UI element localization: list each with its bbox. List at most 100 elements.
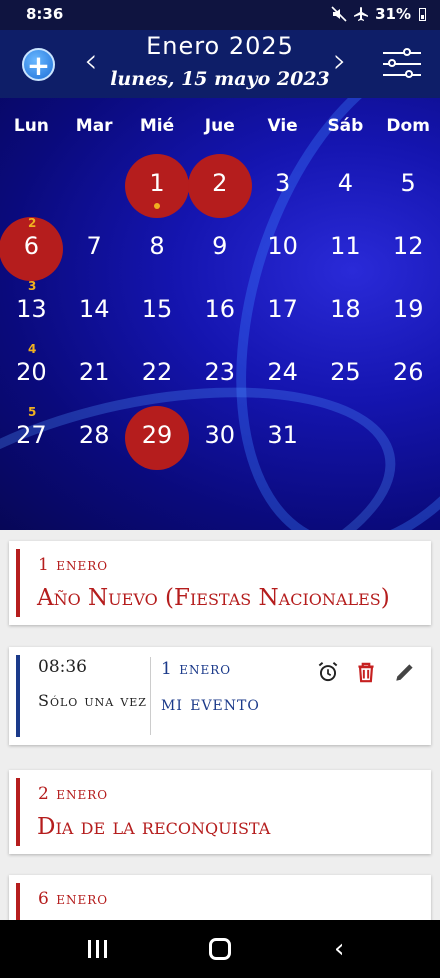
day-number: 30 <box>204 421 236 449</box>
day-number: 9 <box>212 232 228 260</box>
previous-month-button[interactable]: ‹ <box>84 44 98 78</box>
day-number: 1 <box>149 169 165 197</box>
status-icons: 31% <box>331 5 426 23</box>
edit-icon[interactable] <box>392 659 418 685</box>
day-cell[interactable]: 29 <box>124 406 189 470</box>
event-card[interactable]: 6 enero <box>9 875 431 920</box>
weekday-label: Sáb <box>327 116 364 136</box>
day-cell[interactable]: 5 <box>377 155 440 217</box>
day-number: 29 <box>141 421 173 449</box>
day-number: 27 <box>16 421 47 449</box>
battery-percent: 31% <box>375 5 411 23</box>
event-color-bar <box>16 778 20 846</box>
day-number: 7 <box>86 232 102 260</box>
day-cell[interactable]: 2 <box>187 154 252 218</box>
back-button[interactable]: ‹ <box>334 936 344 962</box>
divider <box>150 657 151 735</box>
mute-icon <box>331 6 347 22</box>
day-cell[interactable]: 21 <box>63 344 126 406</box>
delete-icon[interactable] <box>353 659 379 685</box>
day-number: 15 <box>141 295 173 323</box>
day-cell[interactable]: 18 <box>314 281 377 343</box>
day-cell[interactable]: 11 <box>314 218 377 280</box>
day-number: 2 <box>212 169 228 197</box>
event-date: 2 enero <box>38 784 109 804</box>
day-number: 26 <box>392 358 424 386</box>
selected-date: lunes, 15 mayo 2023 <box>110 68 330 90</box>
day-cell[interactable]: 24 <box>251 344 314 406</box>
day-number: 20 <box>16 358 47 386</box>
day-cell[interactable]: 10 <box>251 218 314 280</box>
event-repeat: Sólo una vez <box>38 691 147 710</box>
week-number: 3 <box>28 279 37 293</box>
filter-settings-button[interactable] <box>383 46 421 82</box>
day-cell[interactable]: 30 <box>188 407 251 469</box>
day-number: 31 <box>267 421 298 449</box>
plus-icon: + <box>26 49 51 82</box>
event-title: Año Nuevo (Fiestas Nacionales) <box>37 585 390 611</box>
month-grid: Lun Mar Mié Jue Vie Sáb Dom 1 2 3 4 5 6 2 7 8 9 10 11 12 13… <box>0 98 440 530</box>
event-card[interactable]: 2 enero Dia de la reconquista <box>9 770 431 854</box>
day-number: 3 <box>274 169 291 197</box>
event-card[interactable]: 08:36 Sólo una vez 1 enero mi evento <box>9 647 431 745</box>
day-cell[interactable]: 12 <box>377 218 440 280</box>
weekday-header: Lun Mar Mié Jue Vie Sáb Dom <box>0 116 440 136</box>
day-cell[interactable]: 9 <box>188 218 251 280</box>
day-cell[interactable]: 8 <box>126 218 189 280</box>
day-cell[interactable]: 19 <box>377 281 440 343</box>
weekday-label: Vie <box>267 116 298 136</box>
day-cell[interactable]: 23 <box>188 344 251 406</box>
day-cell[interactable]: 3 <box>251 155 314 217</box>
event-title: Dia de la reconquista <box>37 814 271 840</box>
recents-button[interactable] <box>88 940 108 958</box>
alarm-icon[interactable] <box>315 659 341 685</box>
day-cell[interactable]: 28 <box>63 407 126 469</box>
event-color-bar <box>16 549 20 617</box>
week-number: 4 <box>28 342 37 356</box>
weekday-label: Lun <box>13 116 49 136</box>
event-title: mi evento <box>161 691 260 715</box>
battery-icon <box>419 7 426 21</box>
event-time: 08:36 <box>38 657 87 677</box>
day-cell[interactable]: 4 <box>314 155 377 217</box>
day-number: 11 <box>330 232 361 260</box>
day-number: 6 <box>23 232 40 260</box>
event-card[interactable]: 1 enero Año Nuevo (Fiestas Nacionales) <box>9 541 431 625</box>
day-number: 19 <box>392 295 424 323</box>
day-number: 5 <box>400 169 416 197</box>
day-cell[interactable]: 31 <box>251 407 314 469</box>
day-cell[interactable]: 17 <box>251 281 314 343</box>
day-number: 8 <box>149 232 165 260</box>
day-cell[interactable]: 7 <box>63 218 126 280</box>
weekday-label: Dom <box>386 116 430 136</box>
day-cell[interactable]: 16 <box>188 281 251 343</box>
day-number: 22 <box>141 358 173 386</box>
day-cell[interactable]: 13 3 <box>0 279 63 343</box>
home-button[interactable] <box>209 938 231 960</box>
day-cell[interactable]: 27 5 <box>0 405 63 469</box>
weekday-label: Mar <box>75 116 113 136</box>
day-cell[interactable]: 20 4 <box>0 342 63 406</box>
day-cell[interactable]: 26 <box>377 344 440 406</box>
month-title[interactable]: Enero 2025 <box>110 32 330 60</box>
day-cell[interactable]: 14 <box>63 281 126 343</box>
day-cell[interactable]: 62 <box>0 216 64 281</box>
event-color-bar <box>16 655 20 737</box>
day-number: 18 <box>330 295 361 323</box>
day-number: 14 <box>78 295 110 323</box>
add-event-button[interactable]: + <box>22 48 55 81</box>
weekday-label: Jue <box>204 116 235 136</box>
week-number: 2 <box>28 216 37 230</box>
day-number: 13 <box>16 295 47 323</box>
status-bar: 8:36 31% <box>0 0 440 30</box>
day-number: 4 <box>337 169 354 197</box>
day-cell[interactable]: 25 <box>314 344 377 406</box>
day-cell[interactable]: 22 <box>126 344 189 406</box>
day-cell[interactable]: 15 <box>126 281 189 343</box>
day-number: 24 <box>267 358 298 386</box>
event-date: 1 enero <box>161 659 232 679</box>
system-nav-bar: ‹ <box>0 920 440 978</box>
day-cell[interactable]: 1 <box>124 154 189 218</box>
next-month-button[interactable]: › <box>333 44 347 78</box>
day-number: 21 <box>78 358 110 386</box>
